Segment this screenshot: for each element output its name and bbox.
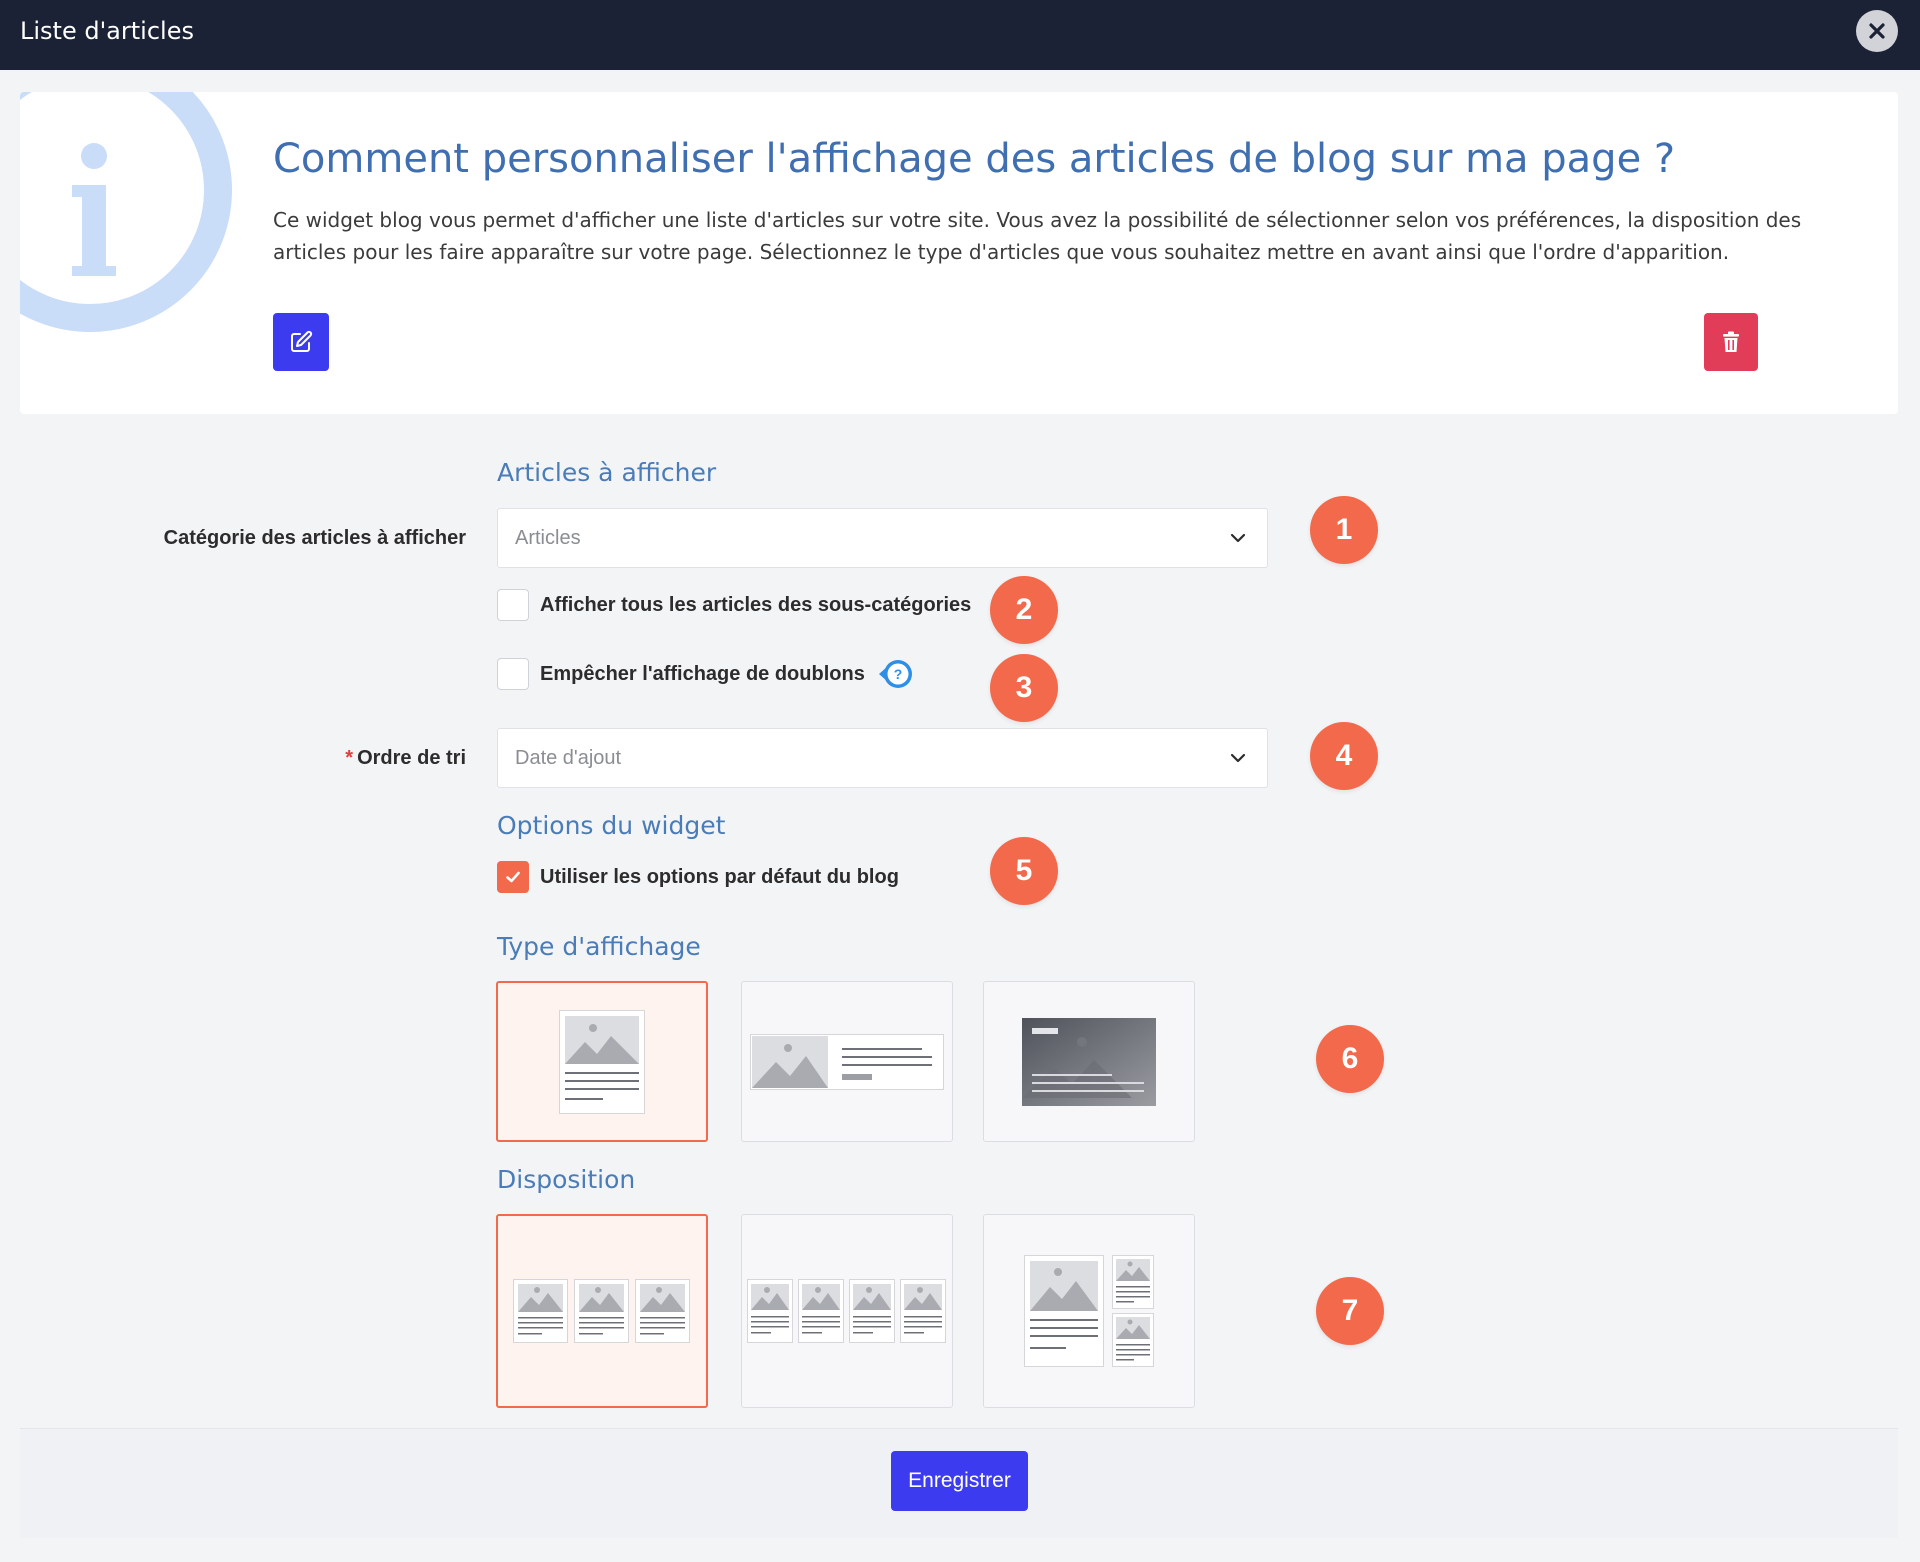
step-badge-3: 3	[990, 654, 1058, 722]
duplicates-option: Empêcher l'affichage de doublons ?	[497, 658, 915, 690]
layout-four-columns[interactable]	[741, 1214, 953, 1408]
chevron-down-icon	[1230, 533, 1246, 543]
default-options-checkbox[interactable]	[497, 861, 529, 893]
default-options-option: Utiliser les options par défaut du blog	[497, 861, 899, 893]
window-title: Liste d'articles	[20, 17, 194, 45]
sort-select[interactable]: Date d'ajout	[497, 728, 1268, 788]
default-options-label: Utiliser les options par défaut du blog	[540, 865, 899, 888]
step-badge-7: 7	[1316, 1277, 1384, 1345]
required-mark: *	[345, 747, 354, 769]
card-overlay-layout-icon	[1022, 1017, 1156, 1106]
duplicates-label: Empêcher l'affichage de doublons	[540, 662, 865, 685]
edit-button[interactable]	[273, 313, 329, 371]
three-columns-layout-icon	[513, 1279, 690, 1343]
close-button[interactable]	[1856, 10, 1898, 52]
sort-label: * Ordre de tri	[345, 747, 466, 770]
category-label: Catégorie des articles à afficher	[163, 527, 466, 549]
edit-icon	[291, 330, 313, 352]
display-type-card-vertical[interactable]	[496, 981, 708, 1142]
featured-layout-icon	[1024, 1255, 1154, 1367]
info-card: Comment personnaliser l'affichage des ar…	[20, 92, 1898, 414]
step-badge-5: 5	[990, 837, 1058, 905]
category-select-value: Articles	[515, 527, 581, 549]
section-display-type-title: Type d'affichage	[497, 932, 701, 961]
window-header: Liste d'articles	[0, 0, 1920, 70]
chevron-down-icon	[1230, 753, 1246, 763]
footer-bar: Enregistrer	[20, 1428, 1898, 1538]
delete-button[interactable]	[1704, 313, 1758, 371]
sort-label-text: Ordre de tri	[357, 747, 466, 769]
section-widget-options-title: Options du widget	[497, 811, 726, 840]
display-type-card-horizontal[interactable]	[741, 981, 953, 1142]
svg-text:?: ?	[894, 666, 903, 682]
four-columns-layout-icon	[747, 1279, 946, 1343]
checkmark-icon	[506, 871, 520, 883]
category-select[interactable]: Articles	[497, 508, 1268, 568]
duplicates-checkbox[interactable]	[497, 658, 529, 690]
step-badge-6: 6	[1316, 1025, 1384, 1093]
step-badge-2: 2	[990, 576, 1058, 644]
subcategories-label: Afficher tous les articles des sous-caté…	[540, 593, 972, 616]
card-horizontal-layout-icon	[750, 1033, 944, 1090]
info-title: Comment personnaliser l'affichage des ar…	[273, 136, 1676, 182]
layout-three-columns[interactable]	[496, 1214, 708, 1408]
step-badge-1: 1	[1310, 496, 1378, 564]
save-button[interactable]: Enregistrer	[891, 1451, 1028, 1511]
section-layout-title: Disposition	[497, 1165, 636, 1194]
display-type-card-overlay[interactable]	[983, 981, 1195, 1142]
info-description: Ce widget blog vous permet d'afficher un…	[273, 208, 1802, 264]
step-badge-4: 4	[1310, 722, 1378, 790]
subcategories-option: Afficher tous les articles des sous-caté…	[497, 589, 971, 621]
card-vertical-layout-icon	[559, 1009, 645, 1114]
subcategories-checkbox[interactable]	[497, 589, 529, 621]
close-icon	[1869, 23, 1885, 39]
layout-featured-with-sidebar[interactable]	[983, 1214, 1195, 1408]
help-icon[interactable]: ?	[877, 658, 915, 690]
sort-select-value: Date d'ajout	[515, 747, 622, 769]
info-icon	[20, 92, 232, 332]
trash-icon	[1723, 331, 1739, 352]
section-articles-title: Articles à afficher	[497, 458, 717, 487]
